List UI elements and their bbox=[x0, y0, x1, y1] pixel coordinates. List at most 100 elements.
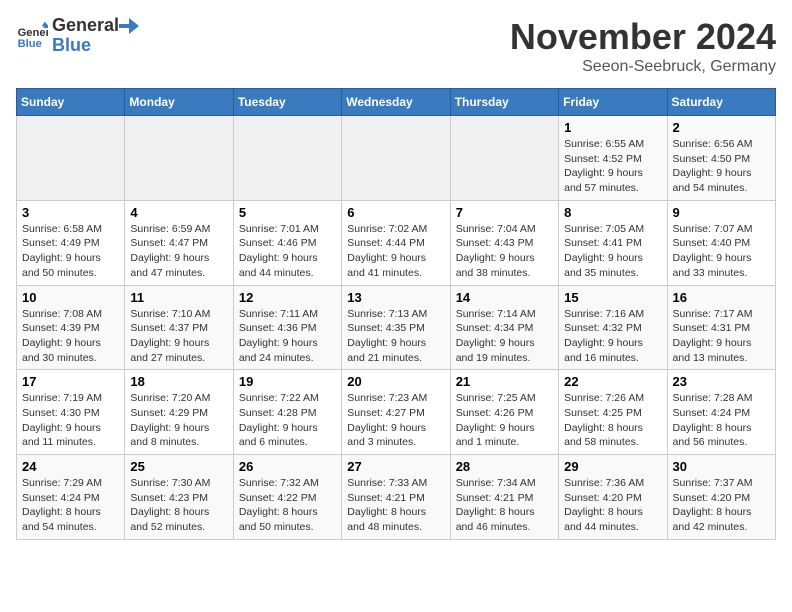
day-info: Sunrise: 7:25 AMSunset: 4:26 PMDaylight:… bbox=[456, 391, 553, 450]
day-info: Sunrise: 7:30 AMSunset: 4:23 PMDaylight:… bbox=[130, 476, 227, 535]
calendar-cell: 12 Sunrise: 7:11 AMSunset: 4:36 PMDayligh… bbox=[233, 285, 341, 370]
calendar-cell bbox=[342, 116, 450, 201]
day-number: 8 bbox=[564, 205, 661, 220]
day-info: Sunrise: 6:59 AMSunset: 4:47 PMDaylight:… bbox=[130, 222, 227, 281]
calendar-cell: 4 Sunrise: 6:59 AMSunset: 4:47 PMDaylight… bbox=[125, 200, 233, 285]
calendar-cell: 17 Sunrise: 7:19 AMSunset: 4:30 PMDayligh… bbox=[17, 370, 125, 455]
svg-text:Blue: Blue bbox=[18, 38, 42, 50]
day-number: 17 bbox=[22, 374, 119, 389]
day-number: 23 bbox=[673, 374, 770, 389]
calendar-table: SundayMondayTuesdayWednesdayThursdayFrid… bbox=[16, 88, 776, 540]
day-number: 18 bbox=[130, 374, 227, 389]
logo-general: General bbox=[52, 16, 139, 36]
day-number: 5 bbox=[239, 205, 336, 220]
day-number: 20 bbox=[347, 374, 444, 389]
page-header: General Blue General Blue November 2024 … bbox=[16, 16, 776, 76]
day-number: 14 bbox=[456, 290, 553, 305]
calendar-cell: 14 Sunrise: 7:14 AMSunset: 4:34 PMDayligh… bbox=[450, 285, 558, 370]
calendar-cell: 13Sunrise: 7:13 AMSunset: 4:35 PMDayligh… bbox=[342, 285, 450, 370]
day-info: Sunrise: 7:11 AMSunset: 4:36 PMDaylight:… bbox=[239, 307, 336, 366]
calendar-cell: 8Sunrise: 7:05 AMSunset: 4:41 PMDaylight… bbox=[559, 200, 667, 285]
day-info: Sunrise: 6:58 AMSunset: 4:49 PMDaylight:… bbox=[22, 222, 119, 281]
calendar-cell: 25Sunrise: 7:30 AMSunset: 4:23 PMDayligh… bbox=[125, 455, 233, 540]
calendar-cell: 3 Sunrise: 6:58 AMSunset: 4:49 PMDaylight… bbox=[17, 200, 125, 285]
calendar-cell bbox=[17, 116, 125, 201]
day-number: 1 bbox=[564, 120, 661, 135]
day-number: 28 bbox=[456, 459, 553, 474]
calendar-cell: 22Sunrise: 7:26 AMSunset: 4:25 PMDayligh… bbox=[559, 370, 667, 455]
day-info: Sunrise: 7:22 AMSunset: 4:28 PMDaylight:… bbox=[239, 391, 336, 450]
calendar-cell: 1 Sunrise: 6:55 AMSunset: 4:52 PMDaylight… bbox=[559, 116, 667, 201]
day-info: Sunrise: 7:23 AMSunset: 4:27 PMDaylight:… bbox=[347, 391, 444, 450]
day-info: Sunrise: 7:37 AMSunset: 4:20 PMDaylight:… bbox=[673, 476, 770, 535]
calendar-cell bbox=[125, 116, 233, 201]
calendar-cell: 5 Sunrise: 7:01 AMSunset: 4:46 PMDaylight… bbox=[233, 200, 341, 285]
calendar-cell: 11 Sunrise: 7:10 AMSunset: 4:37 PMDayligh… bbox=[125, 285, 233, 370]
day-info: Sunrise: 7:01 AMSunset: 4:46 PMDaylight:… bbox=[239, 222, 336, 281]
day-number: 6 bbox=[347, 205, 444, 220]
svg-text:General: General bbox=[18, 27, 48, 39]
calendar-cell: 30Sunrise: 7:37 AMSunset: 4:20 PMDayligh… bbox=[667, 455, 775, 540]
day-number: 11 bbox=[130, 290, 227, 305]
day-info: Sunrise: 7:16 AMSunset: 4:32 PMDaylight:… bbox=[564, 307, 661, 366]
calendar-week-5: 24Sunrise: 7:29 AMSunset: 4:24 PMDayligh… bbox=[17, 455, 776, 540]
day-info: Sunrise: 7:07 AMSunset: 4:40 PMDaylight:… bbox=[673, 222, 770, 281]
weekday-header-saturday: Saturday bbox=[667, 89, 775, 116]
location-title: Seeon-Seebruck, Germany bbox=[510, 58, 776, 76]
weekday-header-sunday: Sunday bbox=[17, 89, 125, 116]
day-number: 12 bbox=[239, 290, 336, 305]
calendar-cell: 10Sunrise: 7:08 AMSunset: 4:39 PMDayligh… bbox=[17, 285, 125, 370]
logo-blue: Blue bbox=[52, 36, 139, 56]
calendar-cell bbox=[450, 116, 558, 201]
calendar-cell: 2Sunrise: 6:56 AMSunset: 4:50 PMDaylight… bbox=[667, 116, 775, 201]
day-info: Sunrise: 6:55 AMSunset: 4:52 PMDaylight:… bbox=[564, 137, 661, 196]
logo-icon: General Blue bbox=[16, 20, 48, 52]
day-number: 15 bbox=[564, 290, 661, 305]
day-number: 9 bbox=[673, 205, 770, 220]
day-number: 7 bbox=[456, 205, 553, 220]
day-number: 4 bbox=[130, 205, 227, 220]
day-number: 24 bbox=[22, 459, 119, 474]
day-number: 27 bbox=[347, 459, 444, 474]
day-number: 3 bbox=[22, 205, 119, 220]
day-info: Sunrise: 7:10 AMSunset: 4:37 PMDaylight:… bbox=[130, 307, 227, 366]
day-number: 21 bbox=[456, 374, 553, 389]
calendar-cell: 18Sunrise: 7:20 AMSunset: 4:29 PMDayligh… bbox=[125, 370, 233, 455]
day-number: 13 bbox=[347, 290, 444, 305]
day-number: 19 bbox=[239, 374, 336, 389]
day-number: 16 bbox=[673, 290, 770, 305]
calendar-cell: 24Sunrise: 7:29 AMSunset: 4:24 PMDayligh… bbox=[17, 455, 125, 540]
month-title: November 2024 bbox=[510, 16, 776, 58]
calendar-week-3: 10Sunrise: 7:08 AMSunset: 4:39 PMDayligh… bbox=[17, 285, 776, 370]
day-number: 26 bbox=[239, 459, 336, 474]
weekday-header-monday: Monday bbox=[125, 89, 233, 116]
weekday-header-row: SundayMondayTuesdayWednesdayThursdayFrid… bbox=[17, 89, 776, 116]
calendar-cell: 15 Sunrise: 7:16 AMSunset: 4:32 PMDayligh… bbox=[559, 285, 667, 370]
calendar-cell: 7 Sunrise: 7:04 AMSunset: 4:43 PMDaylight… bbox=[450, 200, 558, 285]
day-info: Sunrise: 7:19 AMSunset: 4:30 PMDaylight:… bbox=[22, 391, 119, 450]
title-area: November 2024 Seeon-Seebruck, Germany bbox=[510, 16, 776, 76]
day-info: Sunrise: 7:36 AMSunset: 4:20 PMDaylight:… bbox=[564, 476, 661, 535]
day-number: 2 bbox=[673, 120, 770, 135]
calendar-cell: 20 Sunrise: 7:23 AMSunset: 4:27 PMDayligh… bbox=[342, 370, 450, 455]
weekday-header-friday: Friday bbox=[559, 89, 667, 116]
weekday-header-tuesday: Tuesday bbox=[233, 89, 341, 116]
day-info: Sunrise: 7:02 AMSunset: 4:44 PMDaylight:… bbox=[347, 222, 444, 281]
calendar-week-1: 1 Sunrise: 6:55 AMSunset: 4:52 PMDaylight… bbox=[17, 116, 776, 201]
day-info: Sunrise: 7:14 AMSunset: 4:34 PMDaylight:… bbox=[456, 307, 553, 366]
calendar-cell: 9 Sunrise: 7:07 AMSunset: 4:40 PMDaylight… bbox=[667, 200, 775, 285]
calendar-cell: 19 Sunrise: 7:22 AMSunset: 4:28 PMDayligh… bbox=[233, 370, 341, 455]
day-info: Sunrise: 7:34 AMSunset: 4:21 PMDaylight:… bbox=[456, 476, 553, 535]
calendar-cell: 28 Sunrise: 7:34 AMSunset: 4:21 PMDayligh… bbox=[450, 455, 558, 540]
day-info: Sunrise: 7:32 AMSunset: 4:22 PMDaylight:… bbox=[239, 476, 336, 535]
calendar-cell: 27 Sunrise: 7:33 AMSunset: 4:21 PMDayligh… bbox=[342, 455, 450, 540]
calendar-cell bbox=[233, 116, 341, 201]
day-info: Sunrise: 7:08 AMSunset: 4:39 PMDaylight:… bbox=[22, 307, 119, 366]
weekday-header-wednesday: Wednesday bbox=[342, 89, 450, 116]
day-info: Sunrise: 7:33 AMSunset: 4:21 PMDaylight:… bbox=[347, 476, 444, 535]
day-info: Sunrise: 7:04 AMSunset: 4:43 PMDaylight:… bbox=[456, 222, 553, 281]
day-info: Sunrise: 7:28 AMSunset: 4:24 PMDaylight:… bbox=[673, 391, 770, 450]
day-number: 22 bbox=[564, 374, 661, 389]
calendar-week-4: 17 Sunrise: 7:19 AMSunset: 4:30 PMDayligh… bbox=[17, 370, 776, 455]
calendar-cell: 16Sunrise: 7:17 AMSunset: 4:31 PMDayligh… bbox=[667, 285, 775, 370]
